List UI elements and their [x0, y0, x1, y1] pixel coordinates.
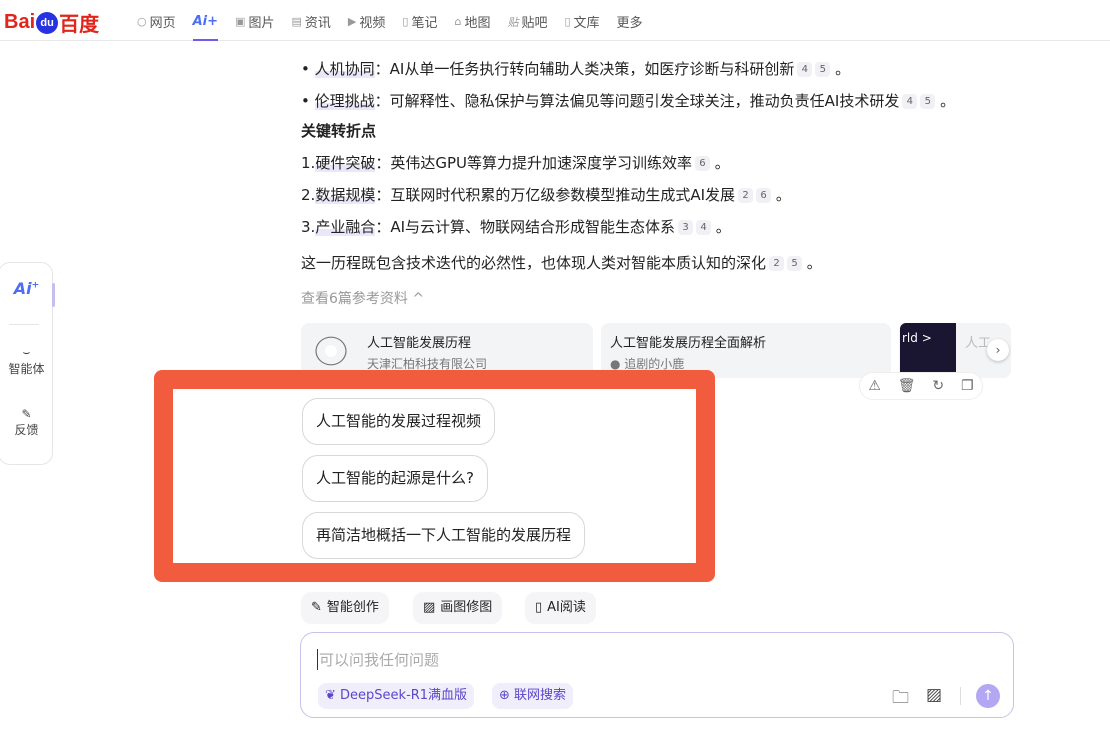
sidebar-scroll-indicator	[52, 283, 55, 307]
image-edit-button[interactable]: ▨ 画图修图	[413, 592, 503, 624]
pen-icon: ✎	[311, 600, 322, 615]
model-selector[interactable]: ❦ DeepSeek-R1满血版	[318, 683, 475, 709]
next-arrow-icon[interactable]: ›	[987, 339, 1009, 361]
tab-notes[interactable]: ▯ 笔记	[402, 12, 437, 31]
citation[interactable]: 3	[678, 220, 694, 235]
map-icon: ⌂	[454, 15, 462, 28]
delete-icon[interactable]: 🗑	[898, 378, 916, 394]
chat-input[interactable]: 可以问我任何问题 ❦ DeepSeek-R1满血版 ⊕ 联网搜索 🗀 ▨ ↑	[300, 632, 1014, 718]
sidebar-ai[interactable]: Ai+	[0, 279, 54, 298]
ref-card[interactable]: rld > 人工 ›	[899, 323, 1011, 378]
doc-icon: ▯	[564, 15, 571, 28]
image-upload-icon[interactable]: ▨	[926, 685, 942, 705]
citation[interactable]: 6	[756, 188, 772, 203]
summary: 这一历程既包含技术迭代的必然性，也体现人类对智能本质认知的深化 2 5 。	[301, 254, 822, 272]
image-icon: ▨	[423, 600, 436, 615]
citation[interactable]: 5	[787, 256, 803, 271]
ai-read-button[interactable]: ▯ AI阅读	[525, 592, 596, 624]
book-icon: ▯	[535, 600, 543, 615]
citation[interactable]: 6	[694, 156, 710, 171]
top-bar: Bai du 百度 ○ 网页 Ai+ ▣ 图片 ▤ 资讯 ▶ 视频 ▯ 笔记 ⌂ 地图 贴贴吧 …	[0, 0, 1110, 41]
image-icon: ▣	[235, 15, 246, 28]
divider	[9, 324, 39, 325]
citation[interactable]: 2	[769, 256, 785, 271]
citation[interactable]: 4	[797, 62, 813, 77]
report-icon[interactable]: ⚠	[868, 378, 881, 394]
tab-video[interactable]: ▶ 视频	[348, 12, 385, 31]
suggestion-button[interactable]: 人工智能的起源是什么?	[302, 455, 488, 502]
divider	[960, 687, 961, 705]
bullet-item: • 伦理挑战：可解释性、隐私保护与算法偏见等问题引发全球关注，推动负责任AI技术…	[301, 92, 956, 110]
ref-title: 人工智能发展历程	[367, 336, 472, 351]
section-heading: 关键转折点	[301, 122, 377, 140]
tab-ai[interactable]: Ai+	[192, 12, 219, 41]
copy-icon[interactable]: ❐	[961, 378, 974, 394]
ref-thumbnail	[315, 336, 347, 366]
tab-images[interactable]: ▣ 图片	[235, 12, 274, 31]
folder-icon[interactable]: 🗀	[892, 685, 909, 714]
citation[interactable]: 4	[902, 94, 918, 109]
agent-icon: ⌣	[22, 345, 31, 359]
tab-more[interactable]: 更多	[617, 12, 643, 31]
tieba-icon: 贴	[507, 15, 519, 29]
smart-create-button[interactable]: ✎ 智能创作	[301, 592, 389, 624]
nav-tabs: ○ 网页 Ai+ ▣ 图片 ▤ 资讯 ▶ 视频 ▯ 笔记 ⌂ 地图 贴贴吧 ▯ 文库 更多	[137, 12, 643, 41]
sidebar-item-feedback[interactable]: ✎ 反馈	[0, 407, 54, 438]
point-item: 3.产业融合：AI与云计算、物联网结合形成智能生态体系 3 4 。	[301, 218, 731, 236]
web-search-toggle[interactable]: ⊕ 联网搜索	[492, 683, 574, 709]
send-button[interactable]: ↑	[976, 684, 1000, 708]
suggestion-button[interactable]: 再简洁地概括一下人工智能的发展历程	[302, 512, 586, 559]
sidebar-item-agent[interactable]: ⌣ 智能体	[0, 345, 54, 377]
point-item: 2.数据规模：互联网时代积累的万亿级参数模型推动生成式AI发展 2 6 。	[301, 186, 791, 204]
ref-thumbnail: rld >	[900, 323, 956, 378]
baidu-logo[interactable]: Bai du 百度	[4, 8, 99, 37]
tab-web[interactable]: ○ 网页	[137, 12, 176, 31]
search-icon: ○	[137, 15, 147, 28]
tab-wenku[interactable]: ▯ 文库	[564, 12, 599, 31]
point-item: 1.硬件突破：英伟达GPU等算力提升加速深度学习训练效率 6 。	[301, 154, 730, 172]
suggestion-button[interactable]: 人工智能的发展过程视频	[302, 398, 496, 445]
citation[interactable]: 2	[738, 188, 754, 203]
citation[interactable]: 5	[815, 62, 831, 77]
refs-toggle[interactable]: 查看6篇参考资料 ^	[301, 288, 424, 308]
input-placeholder[interactable]: 可以问我任何问题	[317, 649, 439, 670]
tab-tieba[interactable]: 贴贴吧	[507, 12, 547, 32]
video-icon: ▶	[347, 15, 357, 28]
feedback-icon: ✎	[21, 407, 32, 421]
refresh-icon[interactable]: ↻	[932, 378, 944, 394]
answer-actions: ⚠ 🗑 ↻ ❐	[859, 372, 983, 400]
tab-news[interactable]: ▤ 资讯	[291, 12, 330, 31]
note-icon: ▯	[402, 15, 409, 28]
tab-map[interactable]: ⌂ 地图	[454, 12, 490, 31]
bullet-item: • 人机协同：AI从单一任务执行转向辅助人类决策，如医疗诊断与科研创新 4 5 。	[301, 60, 851, 78]
sidebar: Ai+ ⌣ 智能体 ✎ 反馈	[0, 262, 55, 465]
citation[interactable]: 5	[920, 94, 936, 109]
citation[interactable]: 4	[696, 220, 712, 235]
news-icon: ▤	[291, 15, 302, 28]
ref-title: 人工智能发展历程全面解析	[610, 336, 767, 351]
